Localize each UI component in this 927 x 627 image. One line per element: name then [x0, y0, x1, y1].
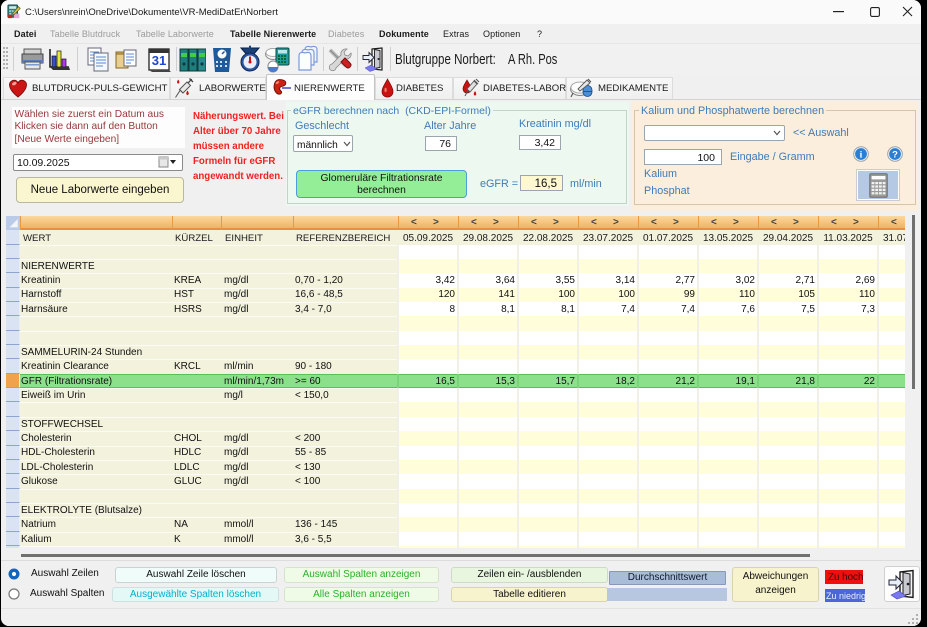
svg-text:31: 31 [152, 53, 166, 68]
svg-text:?: ? [892, 149, 898, 160]
svg-text:i: i [860, 151, 863, 161]
